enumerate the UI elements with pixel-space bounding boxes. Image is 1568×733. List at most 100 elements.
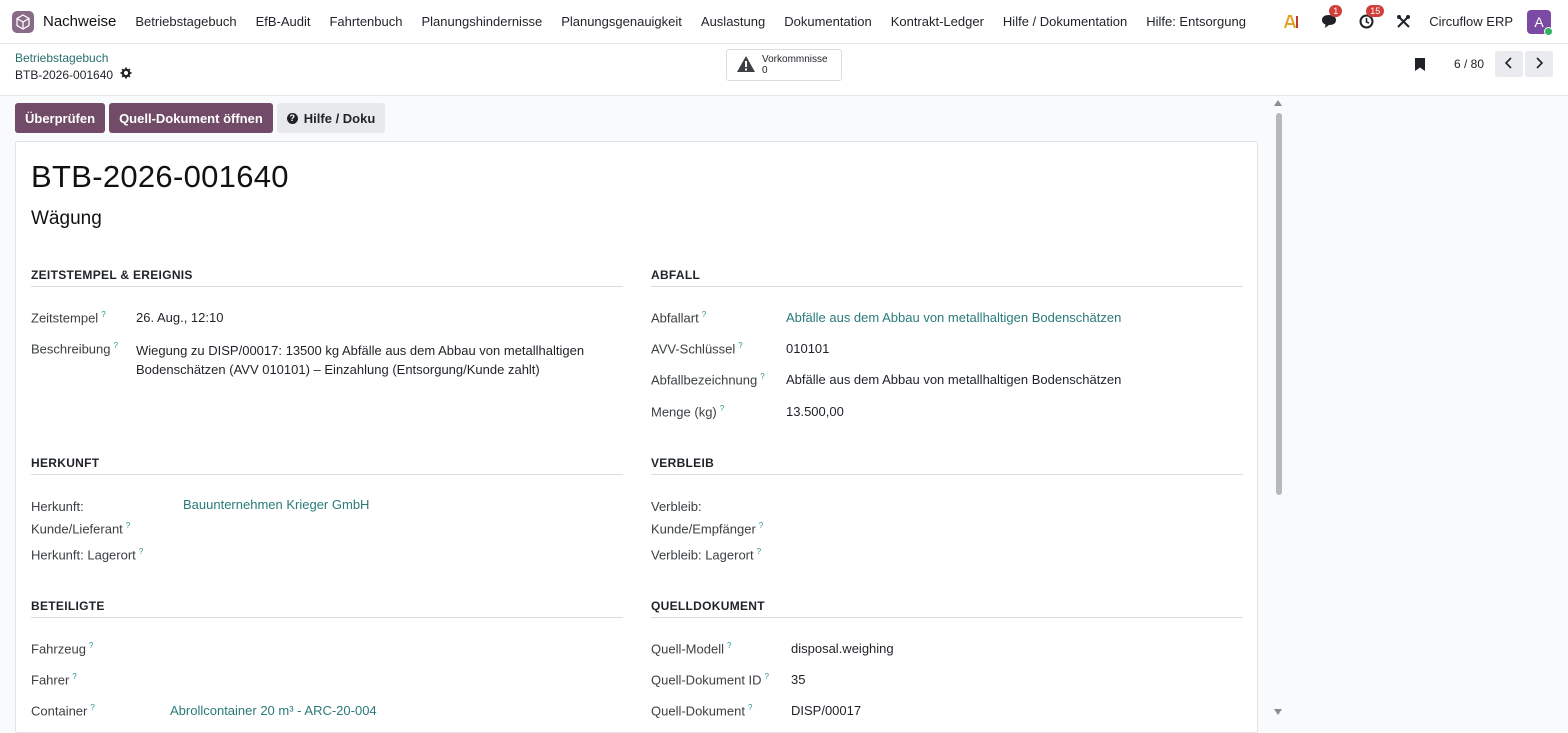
help-tooltip-icon[interactable]: ? [72,672,76,681]
waste-designation-label: Abfallbezeichnung? [651,372,765,388]
destination-group: VERBLEIB [651,456,1243,475]
scrollbar-thumb[interactable] [1276,113,1282,495]
group-title-destination: VERBLEIB [651,456,1243,475]
chevron-right-icon [1534,56,1544,72]
description-line-2: Bodenschätzen (AVV 010101) – Einzahlung … [136,362,540,377]
group-title-origin: HERKUNFT [31,456,623,475]
incidents-count: 0 [762,65,768,76]
menu-item-dokumentation[interactable]: Dokumentation [784,14,871,29]
tools-icon[interactable] [1392,11,1414,33]
bookmark-icon[interactable] [1414,57,1426,75]
description-value[interactable]: Wiegung zu DISP/00017: 13500 kg Abfälle … [136,341,584,379]
menu-item-hilfe-dokumentation[interactable]: Hilfe / Dokumentation [1003,14,1127,29]
online-status-dot [1544,26,1553,36]
help-tooltip-icon[interactable]: ? [139,547,143,556]
top-navbar: Nachweise Betriebstagebuch EfB-Audit Fah… [0,0,1568,44]
messages-icon[interactable]: 1 [1318,4,1343,33]
question-circle-icon: ? [286,112,298,124]
record-name-text: BTB-2026-001640 [15,67,114,82]
main-menu: Betriebstagebuch EfB-Audit Fahrtenbuch P… [135,14,1265,29]
help-tooltip-icon[interactable]: ? [702,310,706,319]
timestamp-value[interactable]: 26. Aug., 12:10 [136,310,223,325]
warning-icon [736,55,756,76]
company-switcher[interactable]: Circuflow ERP [1429,14,1513,29]
help-tooltip-icon[interactable]: ? [765,672,769,681]
help-tooltip-icon[interactable]: ? [126,521,130,530]
pager-value[interactable]: 6 / 80 [1454,57,1484,71]
help-tooltip-icon[interactable]: ? [90,703,94,712]
menu-item-hilfe-entsorgung[interactable]: Hilfe: Entsorgung [1146,14,1246,29]
help-tooltip-icon[interactable]: ? [727,641,731,650]
pager-previous-button[interactable] [1495,51,1523,77]
chevron-left-icon [1504,56,1514,72]
description-line-1: Wiegung zu DISP/00017: 13500 kg Abfälle … [136,343,585,358]
incidents-label: Vorkommnisse [762,54,828,65]
vehicle-label: Fahrzeug? [31,641,94,657]
origin-location-label: Herkunft: Lagerort? [31,547,144,563]
help-button[interactable]: ? Hilfe / Doku [276,103,386,133]
group-title-source: QUELLDOKUMENT [651,599,1243,618]
review-button[interactable]: Überprüfen [15,103,106,133]
avatar-letter: A [1534,13,1544,30]
menu-item-fahrtenbuch[interactable]: Fahrtenbuch [329,14,402,29]
container-label: Container? [31,703,95,719]
help-tooltip-icon[interactable]: ? [720,404,724,413]
group-title-waste: ABFALL [651,268,1243,287]
systray: 1 15 Circuflow ERP A [1281,0,1568,43]
pager-next-button[interactable] [1525,51,1553,77]
menu-item-planungshindernisse[interactable]: Planungshindernisse [421,14,542,29]
activities-badge: 15 [1366,4,1385,17]
help-tooltip-icon[interactable]: ? [738,341,742,350]
menu-item-auslastung[interactable]: Auslastung [701,14,765,29]
avv-key-label: AVV-Schlüssel? [651,341,743,357]
source-doc-id-value[interactable]: 35 [791,672,805,687]
description-label: Beschreibung? [31,341,118,357]
record-subtitle: Wägung [31,208,102,229]
help-tooltip-icon[interactable]: ? [748,703,752,712]
waste-designation-value[interactable]: Abfälle aus dem Abbau von metallhaltigen… [786,372,1121,387]
source-doc-value[interactable]: DISP/00017 [791,703,861,718]
menu-item-efb-audit[interactable]: EfB-Audit [256,14,311,29]
record-title: BTB-2026-001640 [31,159,289,194]
origin-group: HERKUNFT [31,456,623,475]
incidents-button[interactable]: Vorkommnisse 0 [726,49,842,81]
source-doc-label: Quell-Dokument? [651,703,753,719]
app-cube-icon[interactable] [12,10,34,33]
timestamp-label: Zeitstempel? [31,310,106,326]
menu-item-planungsgenauigkeit[interactable]: Planungsgenauigkeit [561,14,682,29]
source-model-label: Quell-Modell? [651,641,732,657]
messages-badge: 1 [1329,4,1343,17]
source-doc-id-label: Quell-Dokument ID? [651,672,769,688]
avv-key-value[interactable]: 010101 [786,341,829,356]
activity-clock-icon[interactable]: 15 [1355,4,1385,33]
origin-customer-label: Herkunft: Kunde/Lieferant? [31,499,131,537]
help-tooltip-icon[interactable]: ? [757,547,761,556]
scroll-up-arrow-icon[interactable] [1274,100,1282,106]
ai-icon[interactable] [1281,11,1303,33]
help-tooltip-icon[interactable]: ? [101,310,105,319]
destination-customer-label: Verbleib: Kunde/Empfänger? [651,499,764,537]
user-avatar[interactable]: A [1527,9,1553,36]
participants-group: BETEILIGTE [31,599,623,618]
app-title[interactable]: Nachweise [43,13,116,30]
scroll-down-arrow-icon[interactable] [1274,709,1282,715]
quantity-value[interactable]: 13.500,00 [786,404,844,419]
help-tooltip-icon[interactable]: ? [759,521,763,530]
record-name: BTB-2026-001640 [15,67,132,82]
menu-item-betriebstagebuch[interactable]: Betriebstagebuch [135,14,236,29]
quantity-label: Menge (kg)? [651,404,725,420]
group-title-timestamp: ZEITSTEMPEL & EREIGNIS [31,268,623,287]
waste-type-link[interactable]: Abfälle aus dem Abbau von metallhaltigen… [786,310,1121,325]
origin-customer-link[interactable]: Bauunternehmen Krieger GmbH [183,497,369,512]
destination-location-label: Verbleib: Lagerort? [651,547,762,563]
gear-icon[interactable] [120,67,132,82]
breadcrumb[interactable]: Betriebstagebuch [15,51,108,65]
menu-item-kontrakt-ledger[interactable]: Kontrakt-Ledger [891,14,984,29]
source-model-value[interactable]: disposal.weighing [791,641,894,656]
container-link[interactable]: Abrollcontainer 20 m³ - ARC-20-004 [170,703,377,718]
help-tooltip-icon[interactable]: ? [89,641,93,650]
help-tooltip-icon[interactable]: ? [760,372,764,381]
help-tooltip-icon[interactable]: ? [114,341,118,350]
form-sheet: BTB-2026-001640 Wägung ZEITSTEMPEL & ERE… [15,141,1258,733]
open-source-document-button[interactable]: Quell-Dokument öffnen [109,103,273,133]
